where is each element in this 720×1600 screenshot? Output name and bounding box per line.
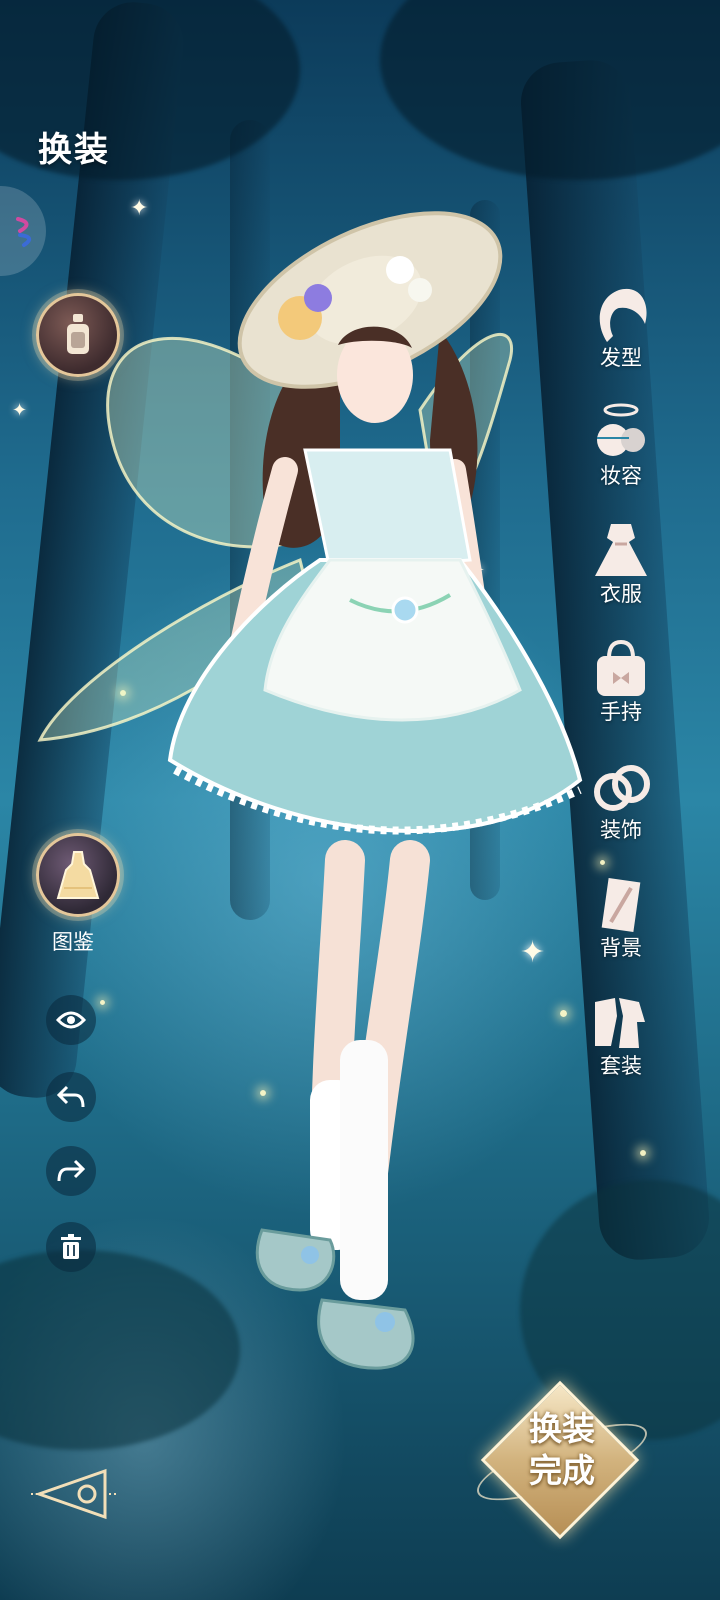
toggle-visibility-button[interactable]	[46, 995, 96, 1045]
menu-label-makeup: 妆容	[600, 464, 642, 488]
redo-icon	[57, 1159, 85, 1182]
menu-label-hair: 发型	[600, 346, 642, 370]
menu-item-suit[interactable]: 套装	[584, 990, 658, 1080]
menu-label-suit: 套装	[600, 1054, 642, 1078]
makeup-icon	[597, 403, 645, 456]
swirl-icon	[16, 217, 32, 247]
eye-icon	[56, 1011, 86, 1029]
menu-item-clothes[interactable]: 衣服	[584, 518, 658, 608]
delete-button[interactable]	[46, 1222, 96, 1272]
hair-icon	[599, 288, 647, 342]
finish-label-line1: 换装	[529, 1409, 595, 1448]
perfume-button[interactable]	[36, 293, 120, 377]
undo-icon	[57, 1085, 85, 1108]
background-icon	[601, 878, 641, 932]
dress-codex-icon	[56, 851, 100, 899]
handbag-icon	[597, 639, 645, 696]
menu-item-background[interactable]: 背景	[584, 872, 658, 962]
back-button[interactable]	[22, 1452, 126, 1536]
suit-icon	[595, 998, 645, 1048]
menu-label-background: 背景	[600, 936, 642, 960]
menu-item-handheld[interactable]: 手持	[584, 636, 658, 726]
back-arrow-icon	[31, 1468, 117, 1520]
finish-dressing-button[interactable]: 换装 完成	[469, 1378, 655, 1540]
trash-icon	[61, 1234, 81, 1259]
rings-icon	[594, 765, 650, 811]
menu-label-accessories: 装饰	[600, 818, 642, 842]
menu-item-makeup[interactable]: 妆容	[584, 400, 658, 490]
finish-label-line2: 完成	[529, 1451, 595, 1490]
redo-button[interactable]	[46, 1146, 96, 1196]
menu-item-accessories[interactable]: 装饰	[584, 754, 658, 844]
perfume-bottle-icon	[67, 314, 89, 354]
finish-label: 换装 完成	[514, 1408, 610, 1492]
codex-button[interactable]	[36, 833, 120, 917]
page-title: 换装	[38, 130, 110, 170]
menu-label-handheld: 手持	[600, 700, 642, 724]
menu-item-hair[interactable]: 发型	[584, 282, 658, 372]
codex-label: 图鉴	[52, 930, 94, 954]
undo-button[interactable]	[46, 1072, 96, 1122]
dress-icon	[595, 524, 647, 576]
menu-label-clothes: 衣服	[600, 582, 642, 606]
